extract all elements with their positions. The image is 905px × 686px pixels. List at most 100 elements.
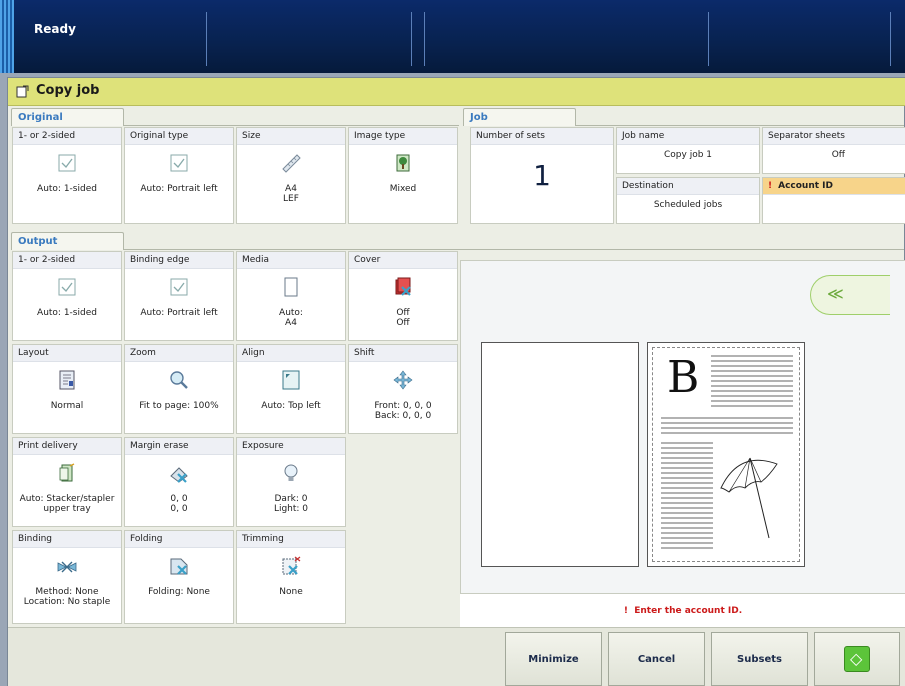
tile-value: Auto: Portrait left: [140, 184, 218, 194]
job-name-tile[interactable]: Job name Copy job 1: [616, 127, 760, 174]
tab-divider: [124, 125, 459, 126]
output-sided-tile[interactable]: 1- or 2-sided Auto: 1-sided: [12, 251, 122, 341]
tile-value: Fit to page: 100%: [139, 401, 219, 411]
cancel-button[interactable]: Cancel: [608, 632, 705, 686]
tile-value: Method: None Location: No staple: [23, 587, 111, 607]
tile-label: Image type: [349, 128, 457, 145]
preview-page-blank: [481, 342, 639, 567]
separator-sheets-value: Off: [831, 150, 845, 160]
binding-tile[interactable]: Binding Method: None Location: No staple: [12, 530, 122, 624]
status-divider: [890, 12, 891, 66]
mixed-image-icon: [396, 154, 410, 172]
exposure-tile[interactable]: Exposure Dark: 0 Light: 0: [236, 437, 346, 527]
align-tile[interactable]: Align Auto: Top left: [236, 344, 346, 434]
tile-label: Binding edge: [125, 252, 233, 269]
title-bar: Copy job: [8, 78, 905, 106]
status-bar-stripe: [0, 0, 14, 73]
status-divider: [411, 12, 412, 66]
tile-label: Print delivery: [13, 438, 121, 455]
umbrella-icon: [720, 457, 778, 539]
original-size-tile[interactable]: Size A4 LEF: [236, 127, 346, 224]
tab-divider: [124, 249, 904, 250]
tile-value: Front: 0, 0, 0 Back: 0, 0, 0: [374, 401, 432, 421]
zoom-tile[interactable]: Zoom Fit to page: 100%: [124, 344, 234, 434]
checkbox-icon: [170, 154, 188, 172]
status-divider: [424, 12, 425, 66]
warning-message: ! Enter the account ID.: [460, 606, 905, 616]
tab-output[interactable]: Output: [11, 232, 124, 250]
tile-label: Align: [237, 345, 345, 362]
start-button[interactable]: ◇: [814, 632, 900, 686]
collapse-panel-button[interactable]: ≪: [810, 275, 890, 315]
original-image-type-tile[interactable]: Image type Mixed: [348, 127, 458, 224]
copy-job-icon: [16, 85, 29, 98]
page-lines-graphic: [661, 355, 793, 549]
tab-original[interactable]: Original: [11, 108, 124, 126]
checkbox-icon: [58, 154, 76, 172]
preview-page-content: B: [647, 342, 805, 567]
start-icon: ◇: [844, 646, 870, 672]
tile-label: 1- or 2-sided: [13, 128, 121, 145]
tile-label: Separator sheets: [763, 128, 905, 145]
binding-edge-tile[interactable]: Binding edge Auto: Portrait left: [124, 251, 234, 341]
tile-label: Folding: [125, 531, 233, 548]
original-type-tile[interactable]: Original type Auto: Portrait left: [124, 127, 234, 224]
tile-value: Auto: Portrait left: [140, 308, 218, 318]
separator-sheets-tile[interactable]: Separator sheets Off: [762, 127, 905, 174]
tab-job[interactable]: Job: [463, 108, 576, 126]
tile-value: 0, 0 0, 0: [170, 494, 188, 514]
tile-value: Auto: 1-sided: [37, 184, 97, 194]
eraser-icon: [170, 467, 188, 483]
tile-value: Mixed: [389, 184, 417, 194]
tile-value: Auto: A4: [279, 308, 303, 328]
message-bar: ! Enter the account ID.: [460, 593, 905, 628]
tile-label: Job name: [617, 128, 759, 145]
page-content-frame: B: [652, 347, 800, 562]
checkbox-icon: [58, 278, 76, 296]
status-text: Ready: [34, 22, 76, 36]
light-bulb-icon: [284, 464, 298, 481]
status-divider: [708, 12, 709, 66]
tile-value: Folding: None: [148, 587, 210, 597]
ruler-icon: [282, 154, 301, 173]
shift-tile[interactable]: Shift Front: 0, 0, 0 Back: 0, 0, 0: [348, 344, 458, 434]
binding-icon: [57, 561, 77, 573]
output-preview: ≪ B: [460, 260, 905, 627]
tile-value: Auto: Top left: [261, 401, 321, 411]
warning-text: Enter the account ID.: [634, 606, 743, 616]
stacker-icon: [59, 463, 75, 482]
status-bar: Ready: [0, 0, 905, 73]
action-bar: Minimize Cancel Subsets ◇: [8, 627, 905, 686]
folding-tile[interactable]: Folding Folding: None: [124, 530, 234, 624]
trimming-tile[interactable]: Trimming None: [236, 530, 346, 624]
align-icon: [282, 370, 300, 390]
margin-erase-tile[interactable]: Margin erase 0, 0 0, 0: [124, 437, 234, 527]
destination-tile[interactable]: Destination Scheduled jobs: [616, 177, 760, 224]
tile-label: Exposure: [237, 438, 345, 455]
media-tile[interactable]: Media Auto: A4: [236, 251, 346, 341]
trimming-icon: [282, 556, 301, 575]
tile-label: 1- or 2-sided: [13, 252, 121, 269]
tile-label: Zoom: [125, 345, 233, 362]
tile-label: Margin erase: [125, 438, 233, 455]
tile-label: Account ID: [778, 181, 833, 191]
destination-value: Scheduled jobs: [653, 200, 723, 210]
tile-value: Normal: [50, 401, 84, 411]
print-delivery-tile[interactable]: Print delivery Auto: Stacker/stapler upp…: [12, 437, 122, 527]
original-sided-tile[interactable]: 1- or 2-sided Auto: 1-sided: [12, 127, 122, 224]
minimize-button[interactable]: Minimize: [505, 632, 602, 686]
tile-label: Number of sets: [471, 128, 613, 145]
shift-arrows-icon: [393, 370, 413, 390]
tile-label: Destination: [617, 178, 759, 195]
cover-tile[interactable]: Cover Off Off: [348, 251, 458, 341]
account-id-tile[interactable]: ! Account ID: [762, 177, 905, 224]
copy-job-panel: Copy job Original 1- or 2-sided Auto: 1-…: [7, 77, 905, 686]
cover-icon: [395, 277, 411, 296]
tile-label: Cover: [349, 252, 457, 269]
number-of-sets-tile[interactable]: Number of sets 1: [470, 127, 614, 224]
page-title: Copy job: [36, 83, 100, 98]
tile-value: Auto: Stacker/stapler upper tray: [19, 494, 115, 514]
subsets-button[interactable]: Subsets: [711, 632, 808, 686]
layout-tile[interactable]: Layout Normal: [12, 344, 122, 434]
tile-label: Trimming: [237, 531, 345, 548]
